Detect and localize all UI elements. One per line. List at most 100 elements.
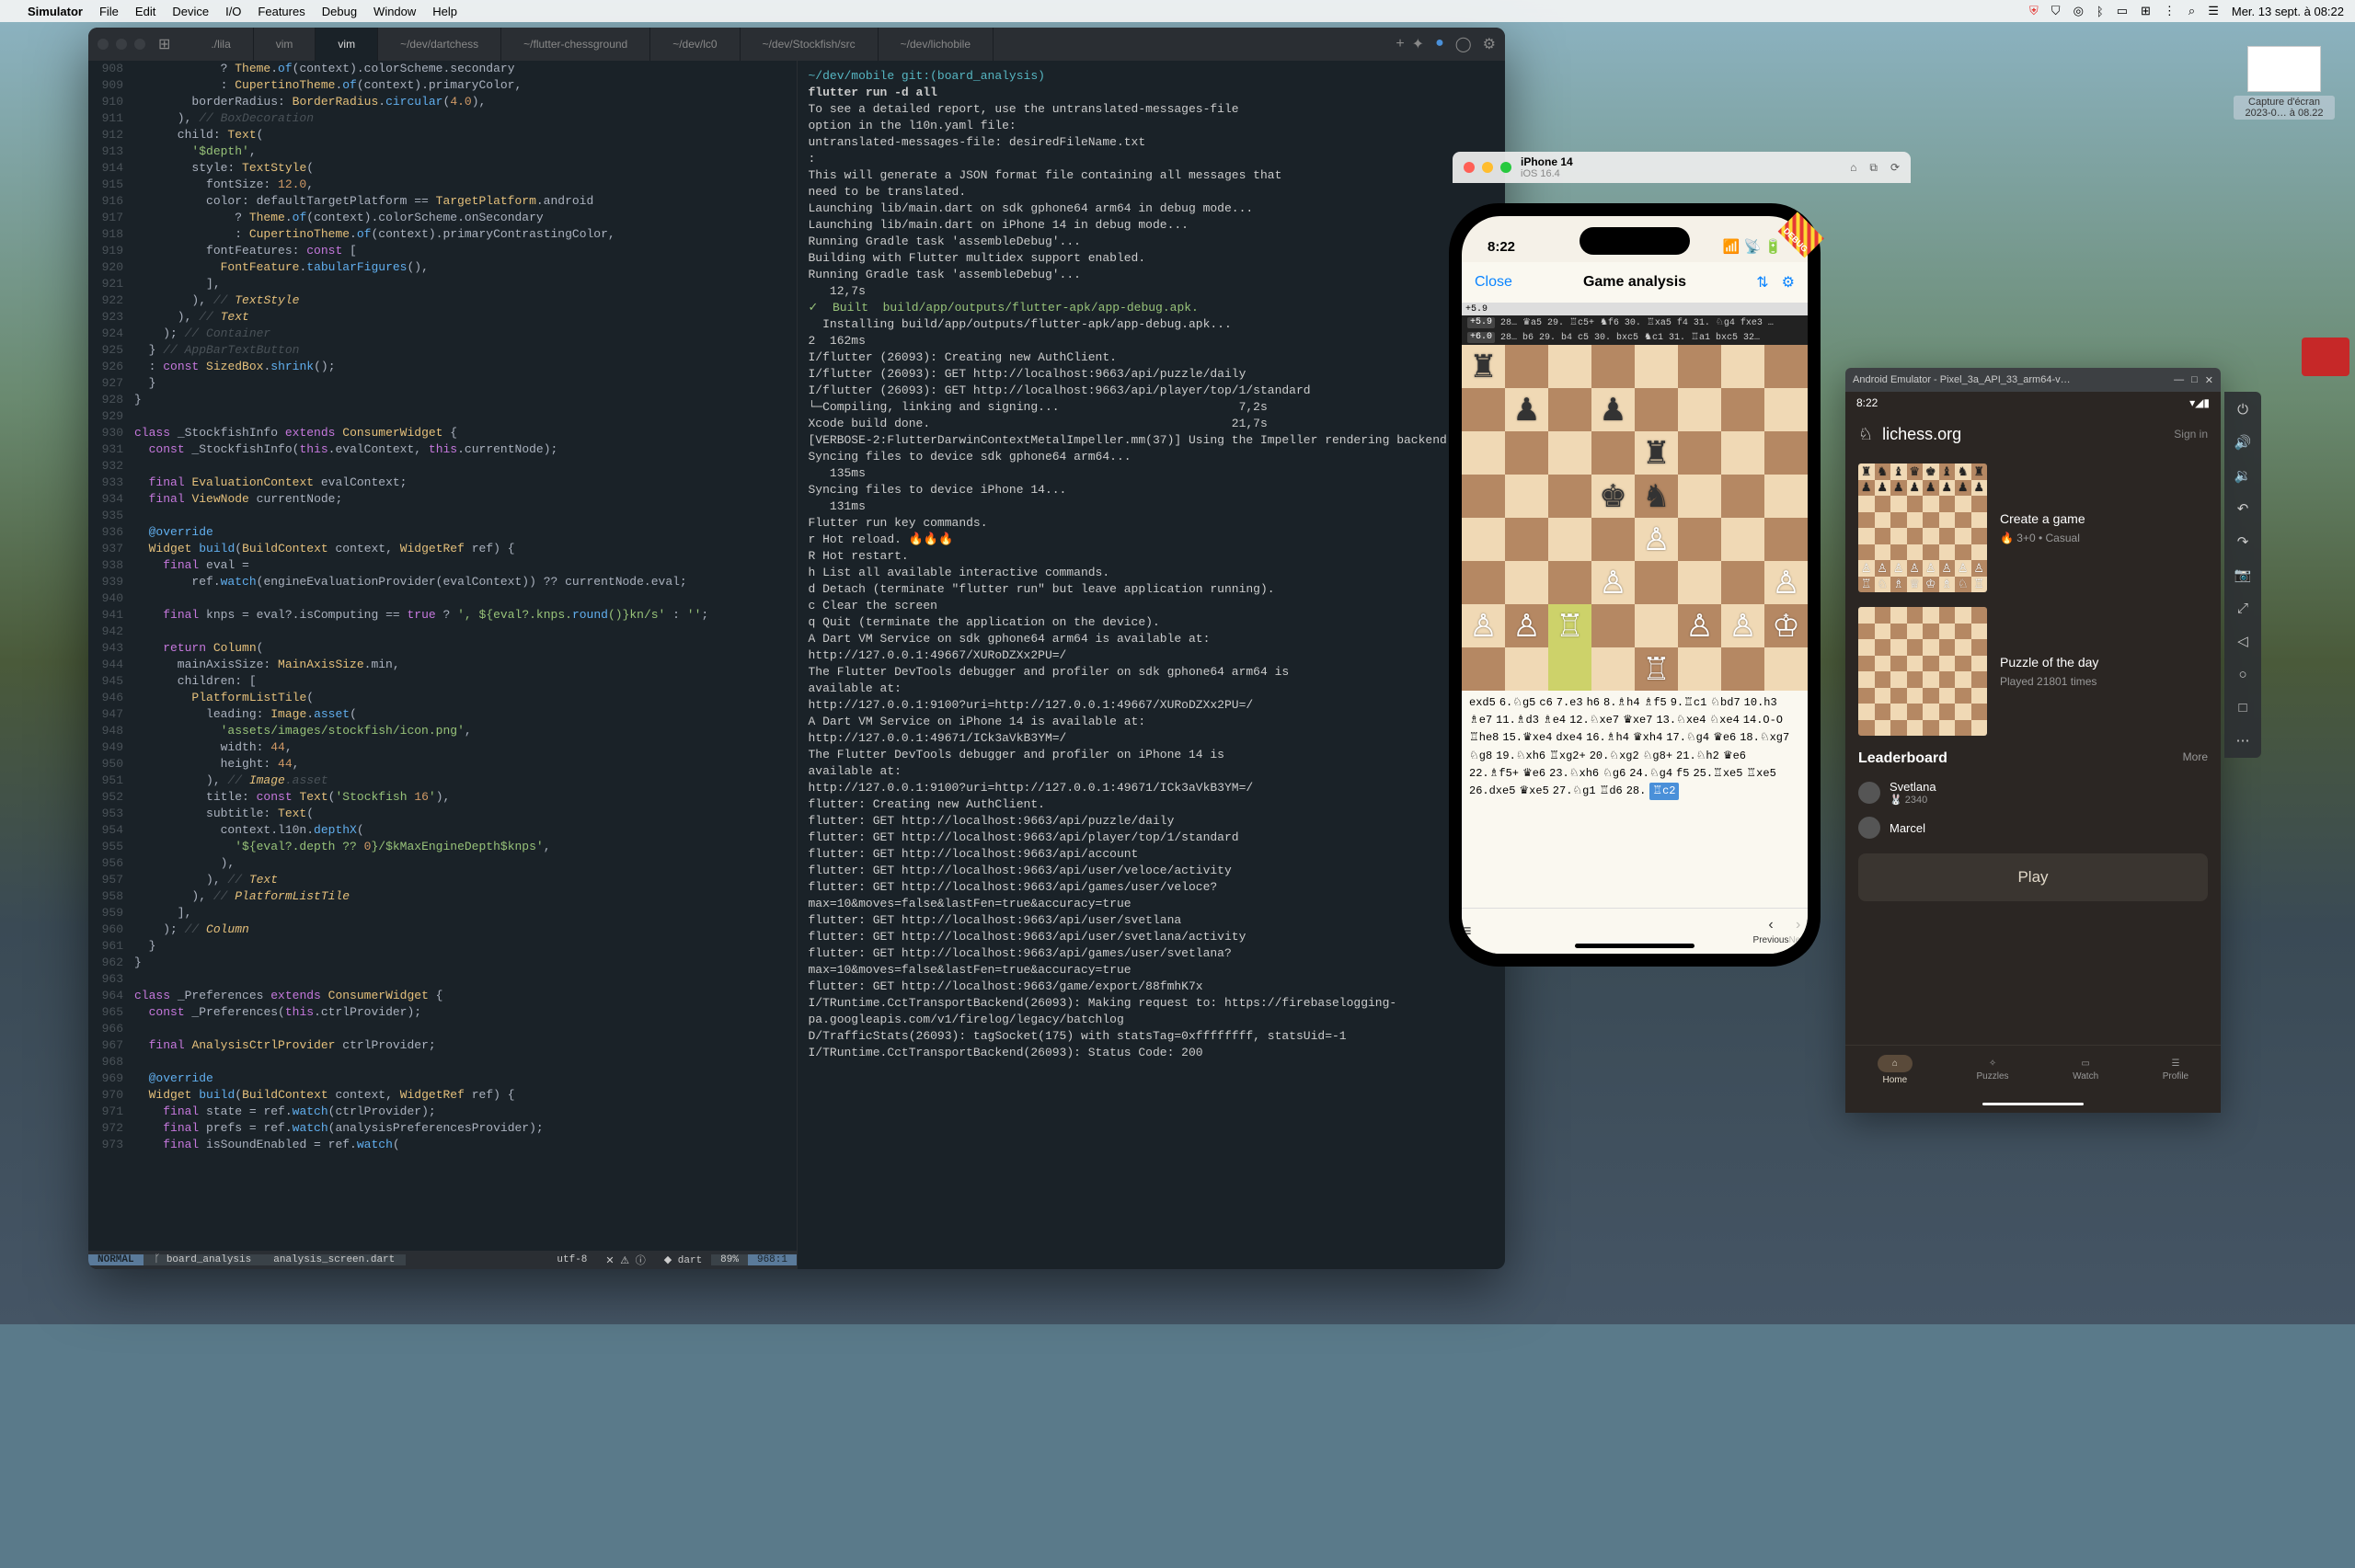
code-editor-pane[interactable]: 908 ? Theme.of(context).colorScheme.seco… [88, 61, 798, 1269]
search-icon[interactable]: ⌕ [2188, 4, 2195, 18]
settings-gear-icon[interactable]: ⚙ [1782, 273, 1795, 292]
lichess-logo-icon: ♘ [1858, 425, 1873, 444]
editor-tab[interactable]: ~/dev/lichobile [879, 28, 994, 61]
gesture-bar[interactable] [1845, 1094, 2221, 1113]
close-icon[interactable] [1464, 162, 1475, 173]
more-link[interactable]: More [2183, 750, 2208, 767]
maximize-icon[interactable] [134, 39, 145, 50]
play-button[interactable]: Play [1858, 853, 2208, 901]
close-icon[interactable] [98, 39, 109, 50]
camera-icon[interactable]: 📷 [2234, 567, 2251, 583]
sparkle-icon[interactable]: ✦ [1412, 35, 1424, 53]
more-icon[interactable]: ⋯ [2234, 732, 2251, 749]
chess-board[interactable]: ♜♟♟♜♚♞♙♙♙♙♙♖♙♙♔♖ [1462, 345, 1808, 691]
parallels-icon[interactable] [2302, 338, 2349, 376]
android-time: 8:22 [1856, 396, 1878, 409]
editor-tab[interactable]: ~/dev/lc0 [650, 28, 740, 61]
sync-icon[interactable]: ◎ [2074, 4, 2084, 18]
circle-icon[interactable]: ◯ [1455, 35, 1472, 53]
rotate-left-icon[interactable]: ↶ [2234, 500, 2251, 517]
gear-icon[interactable]: ⚙ [1483, 35, 1496, 53]
maximize-icon[interactable]: □ [2191, 374, 2198, 386]
grid-icon[interactable]: ⊞ [2141, 4, 2151, 18]
flip-board-icon[interactable]: ⇅ [1756, 273, 1768, 292]
wifi-icon[interactable]: ⋮ [2164, 4, 2176, 18]
terminal-pane[interactable]: ~/dev/mobile git:(board_analysis)flutter… [798, 61, 1506, 1269]
app-name[interactable]: Simulator [28, 5, 83, 18]
android-emulator-window: Android Emulator - Pixel_3a_API_33_arm64… [1845, 368, 2221, 1113]
new-tab-icon[interactable]: ⊞ [158, 35, 170, 53]
nav-watch[interactable]: ▭Watch [2073, 1059, 2098, 1082]
puzzle-label: Puzzle of the day [2000, 655, 2098, 670]
rotate-icon[interactable]: ⟳ [1890, 161, 1900, 175]
editor-tab[interactable]: ~/flutter-chessground [501, 28, 650, 61]
window-controls[interactable] [98, 39, 145, 50]
shield-icon[interactable]: ⛉ [2051, 4, 2061, 18]
emulator-title: Android Emulator - Pixel_3a_API_33_arm64… [1853, 374, 2071, 385]
ios-time: 8:22 [1488, 239, 1515, 255]
home-icon[interactable]: ⌂ [1850, 161, 1856, 175]
editor-tab[interactable]: ~/dev/Stockfish/src [741, 28, 879, 61]
puzzle-plays: Played 21801 times [2000, 675, 2098, 688]
nav-home[interactable]: ⌂Home [1878, 1055, 1913, 1085]
desktop-file[interactable]: Capture d'écran 2023-0… à 08.22 [2234, 46, 2335, 120]
previous-button[interactable]: ‹Previous [1753, 917, 1789, 945]
menubar-datetime[interactable]: Mer. 13 sept. à 08:22 [2232, 5, 2344, 18]
player-rating: 🐰 2340 [1890, 794, 1936, 806]
app-header: ♘ lichess.org Sign in [1845, 414, 2221, 454]
menu-features[interactable]: Features [258, 5, 304, 18]
minimize-icon[interactable] [1482, 162, 1493, 173]
leaderboard-row[interactable]: Svetlana 🐰 2340 [1858, 774, 2208, 811]
dot-icon[interactable]: ● [1435, 35, 1444, 53]
android-statusbar: 8:22 ▾◢▮ [1845, 392, 2221, 414]
editor-titlebar[interactable]: ⊞ ./lilavimvim~/dev/dartchess~/flutter-c… [88, 28, 1505, 61]
volume-down-icon[interactable]: 🔉 [2234, 467, 2251, 484]
editor-tab[interactable]: ~/dev/dartchess [378, 28, 501, 61]
nav-puzzles[interactable]: ✧Puzzles [1977, 1059, 2009, 1082]
ios-version: iOS 16.4 [1521, 168, 1573, 179]
move-list[interactable]: exd56.♘g5c67.e3h68.♗h4♗f59.♖c1♘bd710.h3♗… [1462, 691, 1808, 908]
minimize-icon[interactable]: — [2174, 374, 2184, 386]
editor-tab[interactable]: vim [316, 28, 378, 61]
menu-io[interactable]: I/O [225, 5, 241, 18]
engine-lines: +5.928… ♛a5 29. ♖c5+ ♞f6 30. ♖xa5 f4 31.… [1462, 315, 1808, 345]
battery-icon[interactable]: ▭ [2117, 4, 2128, 18]
leaderboard-row[interactable]: Marcel [1858, 811, 2208, 844]
minimize-icon[interactable] [116, 39, 127, 50]
control-center-icon[interactable]: ☰ [2208, 4, 2219, 18]
sign-in-link[interactable]: Sign in [2174, 428, 2208, 441]
player-name: Svetlana [1890, 780, 1936, 794]
menu-window[interactable]: Window [373, 5, 416, 18]
menu-file[interactable]: File [99, 5, 119, 18]
simulator-toolbar[interactable]: iPhone 14 iOS 16.4 ⌂ ⧉ ⟳ [1453, 152, 1911, 183]
menu-debug[interactable]: Debug [322, 5, 357, 18]
overview-icon[interactable]: □ [2234, 699, 2251, 715]
menu-device[interactable]: Device [172, 5, 209, 18]
player-name: Marcel [1890, 821, 1925, 835]
maximize-icon[interactable] [1500, 162, 1511, 173]
power-icon[interactable]: ⏻ [2234, 401, 2251, 418]
add-tab-icon[interactable]: + [1396, 36, 1404, 52]
next-button[interactable]: ›Next [1788, 917, 1808, 945]
menu-edit[interactable]: Edit [135, 5, 155, 18]
create-game-row[interactable]: ♜♞♝♛♚♝♞♜♟♟♟♟♟♟♟♟♙♙♙♙♙♙♙♙♖♘♗♕♔♗♘♖ Create … [1858, 464, 2208, 592]
volume-up-icon[interactable]: 🔊 [2234, 434, 2251, 451]
back-icon[interactable]: ◁ [2234, 633, 2251, 649]
home-icon[interactable]: ○ [2234, 666, 2251, 682]
rotate-right-icon[interactable]: ↷ [2234, 533, 2251, 550]
editor-tab[interactable]: ./lila [189, 28, 253, 61]
nav-profile[interactable]: ☰Profile [2163, 1059, 2188, 1082]
menu-button[interactable]: ≡ [1462, 921, 1472, 941]
puzzle-row[interactable]: Puzzle of the day Played 21801 times [1858, 607, 2208, 736]
home-indicator[interactable] [1575, 944, 1694, 948]
screenshot-icon[interactable]: ⧉ [1869, 161, 1878, 175]
emulator-titlebar[interactable]: Android Emulator - Pixel_3a_API_33_arm64… [1845, 368, 2221, 392]
close-icon[interactable]: ✕ [2205, 374, 2213, 386]
android-status-icons: ▾◢▮ [2189, 396, 2210, 409]
close-button[interactable]: Close [1475, 274, 1512, 291]
editor-tab[interactable]: vim [254, 28, 316, 61]
bluetooth-icon[interactable]: ᛒ [2097, 5, 2104, 18]
lock-icon[interactable]: ⛨ [2029, 4, 2039, 18]
menu-help[interactable]: Help [432, 5, 457, 18]
zoom-icon[interactable]: ⤢ [2234, 600, 2251, 616]
